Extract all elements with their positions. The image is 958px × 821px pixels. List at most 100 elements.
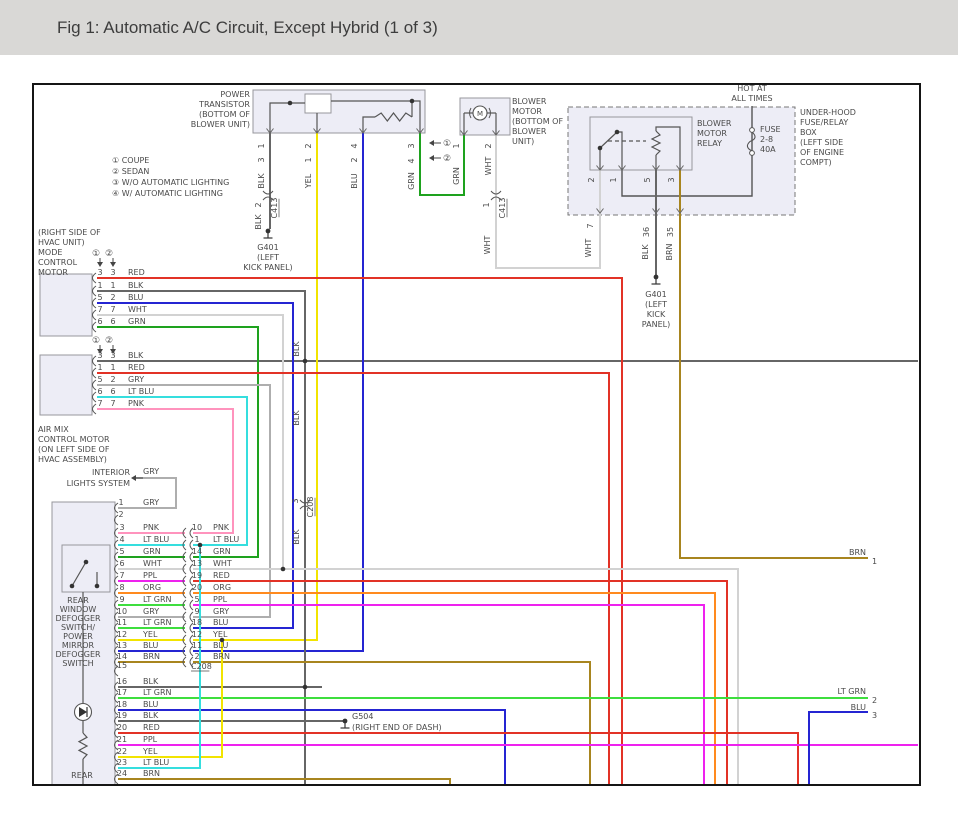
pin-bracket-icon	[92, 321, 97, 333]
relay_area-label: BLOWER	[697, 119, 732, 128]
air_mix_motor-label: 6	[97, 387, 102, 396]
mode_motor-label: 5	[97, 293, 102, 302]
ground_g401_b-label: PANEL)	[642, 320, 670, 329]
switch_rows-label: LT GRN	[143, 688, 172, 697]
blower_motor-label: BLOWER	[512, 97, 547, 106]
mode_motor-label: WHT	[128, 305, 147, 314]
power_transistor-label: BLK	[257, 173, 266, 189]
switch_rows-label: ORG	[213, 583, 231, 592]
wire-ORG	[193, 592, 716, 784]
switch_rows-label: BLU	[213, 641, 229, 650]
legend-label: ③ W/O AUTOMATIC LIGHTING	[112, 178, 229, 187]
pin-bracket-icon	[92, 367, 97, 379]
interior_lights-label: LIGHTS SYSTEM	[67, 479, 131, 488]
junction-dot	[83, 559, 89, 565]
switch_rows-label: 20	[192, 583, 202, 592]
wire-BRN	[118, 778, 451, 784]
air_mix_motor-label: (ON LEFT SIDE OF	[38, 445, 110, 454]
wiring-diagram-canvas: ① COUPE ② SEDAN ③ W/O AUTOMATIC LIGHTING ④ …	[32, 83, 921, 786]
pin-bracket-icon	[92, 297, 97, 309]
mode-control-motor-box	[39, 273, 93, 337]
junction-dot	[597, 145, 603, 151]
relay_area-label: MOTOR	[697, 129, 727, 138]
power_transistor-label: YEL	[304, 173, 313, 189]
mode_motor-label: CONTROL	[38, 258, 78, 267]
air_mix_motor-label: BLK	[128, 351, 144, 360]
mode_motor-label: 3	[97, 268, 102, 277]
edge_pins-label: LT GRN	[837, 687, 866, 696]
switch_rows-label: 10	[192, 523, 202, 532]
relay_area-label: 2-8	[760, 135, 773, 144]
switch_rows-label: 13	[192, 559, 202, 568]
mode_motor-label: MODE	[38, 248, 62, 257]
wire-YEL	[193, 133, 318, 641]
switch_label-label: REAR	[67, 596, 89, 605]
switch_rows-label: C208	[191, 662, 212, 671]
air-mix-control-motor-box	[39, 354, 93, 416]
edge_pins-label: BRN	[849, 548, 866, 557]
power_transistor-label: 4	[407, 158, 416, 163]
mode_motor-label: ①	[92, 249, 100, 259]
junction-dot	[302, 684, 308, 690]
switch_rows-label: LT BLU	[143, 535, 169, 544]
ground_g401_a-label: (LEFT	[257, 253, 279, 262]
relay_area-label: UNDER-HOOD	[800, 108, 856, 117]
c413_a-label: 2	[254, 202, 263, 207]
power_transistor-label: BLU	[350, 173, 359, 189]
junction-dot	[94, 583, 100, 589]
air_mix_motor-label: 7	[97, 399, 102, 408]
power_transistor-label: 3	[257, 157, 266, 162]
switch_rows-label: 2	[118, 510, 123, 519]
switch_rows-label: RED	[213, 571, 230, 580]
fuse-icon	[749, 150, 755, 156]
c413_b-label: 1	[482, 202, 491, 207]
switch_rows-label: BRN	[143, 652, 160, 661]
arrowhead-icon	[131, 475, 136, 481]
switch_rows-label: 9	[119, 595, 124, 604]
air_mix_motor-label: 1	[97, 363, 102, 372]
switch_label-label: SWITCH/	[61, 623, 95, 632]
switch_label-label: REAR	[71, 771, 93, 780]
switch_rows-label: 14	[192, 547, 202, 556]
page: Fig 1: Automatic A/C Circuit, Except Hyb…	[0, 0, 958, 821]
mode_motor-label: HVAC UNIT)	[38, 238, 85, 247]
switch_rows-label: 4	[119, 535, 124, 544]
mode_motor-label: GRN	[128, 317, 146, 326]
fuse-icon	[749, 127, 755, 133]
edge_pins-label: 1	[872, 557, 877, 566]
relay_area-label: FUSE/RELAY	[800, 118, 848, 127]
switch_rows-label: PPL	[143, 571, 158, 580]
relay_area-label: 36	[642, 227, 651, 237]
mode_motor-label: 1	[110, 281, 115, 290]
ground_g401_a-label: KICK PANEL)	[243, 263, 292, 272]
blower_motor-label: UNIT)	[512, 137, 534, 146]
pin-bracket-icon	[92, 272, 97, 284]
wire-RED	[193, 580, 728, 784]
wire-PPL	[193, 604, 705, 784]
junction-dot	[287, 100, 293, 106]
mode_motor-label: BLU	[128, 293, 144, 302]
mode_motor-label: BLK	[128, 281, 144, 290]
c413_b-label: C413	[498, 198, 507, 219]
junction-dot	[614, 129, 620, 135]
edge_pins-label: BLU	[851, 703, 867, 712]
mode_motor-label: 7	[110, 305, 115, 314]
mode_motor-label: MOTOR	[38, 268, 68, 277]
mode_motor-label: (RIGHT SIDE OF	[38, 228, 101, 237]
switch_rows-label: 19	[117, 711, 127, 720]
ground_g401_b-label: G401	[645, 290, 666, 299]
pin-bracket-icon	[92, 355, 97, 367]
switch_rows-label: LT BLU	[213, 535, 239, 544]
air_mix_motor-label: ①	[92, 336, 100, 346]
c413_b-label: WHT	[483, 235, 492, 254]
c413_a-label: BLK	[254, 214, 263, 230]
air_mix_motor-label: PNK	[128, 399, 145, 408]
wire-BRN	[679, 170, 868, 559]
relay_area-label: 40A	[760, 145, 776, 154]
mode_motor-label: ②	[105, 249, 113, 259]
power_transistor-label: 3	[407, 143, 416, 148]
switch_rows-label: GRN	[213, 547, 231, 556]
switch_rows-label: 18	[117, 700, 127, 709]
air_mix_motor-label: CONTROL MOTOR	[38, 435, 110, 444]
pin-bracket-icon	[92, 403, 97, 415]
